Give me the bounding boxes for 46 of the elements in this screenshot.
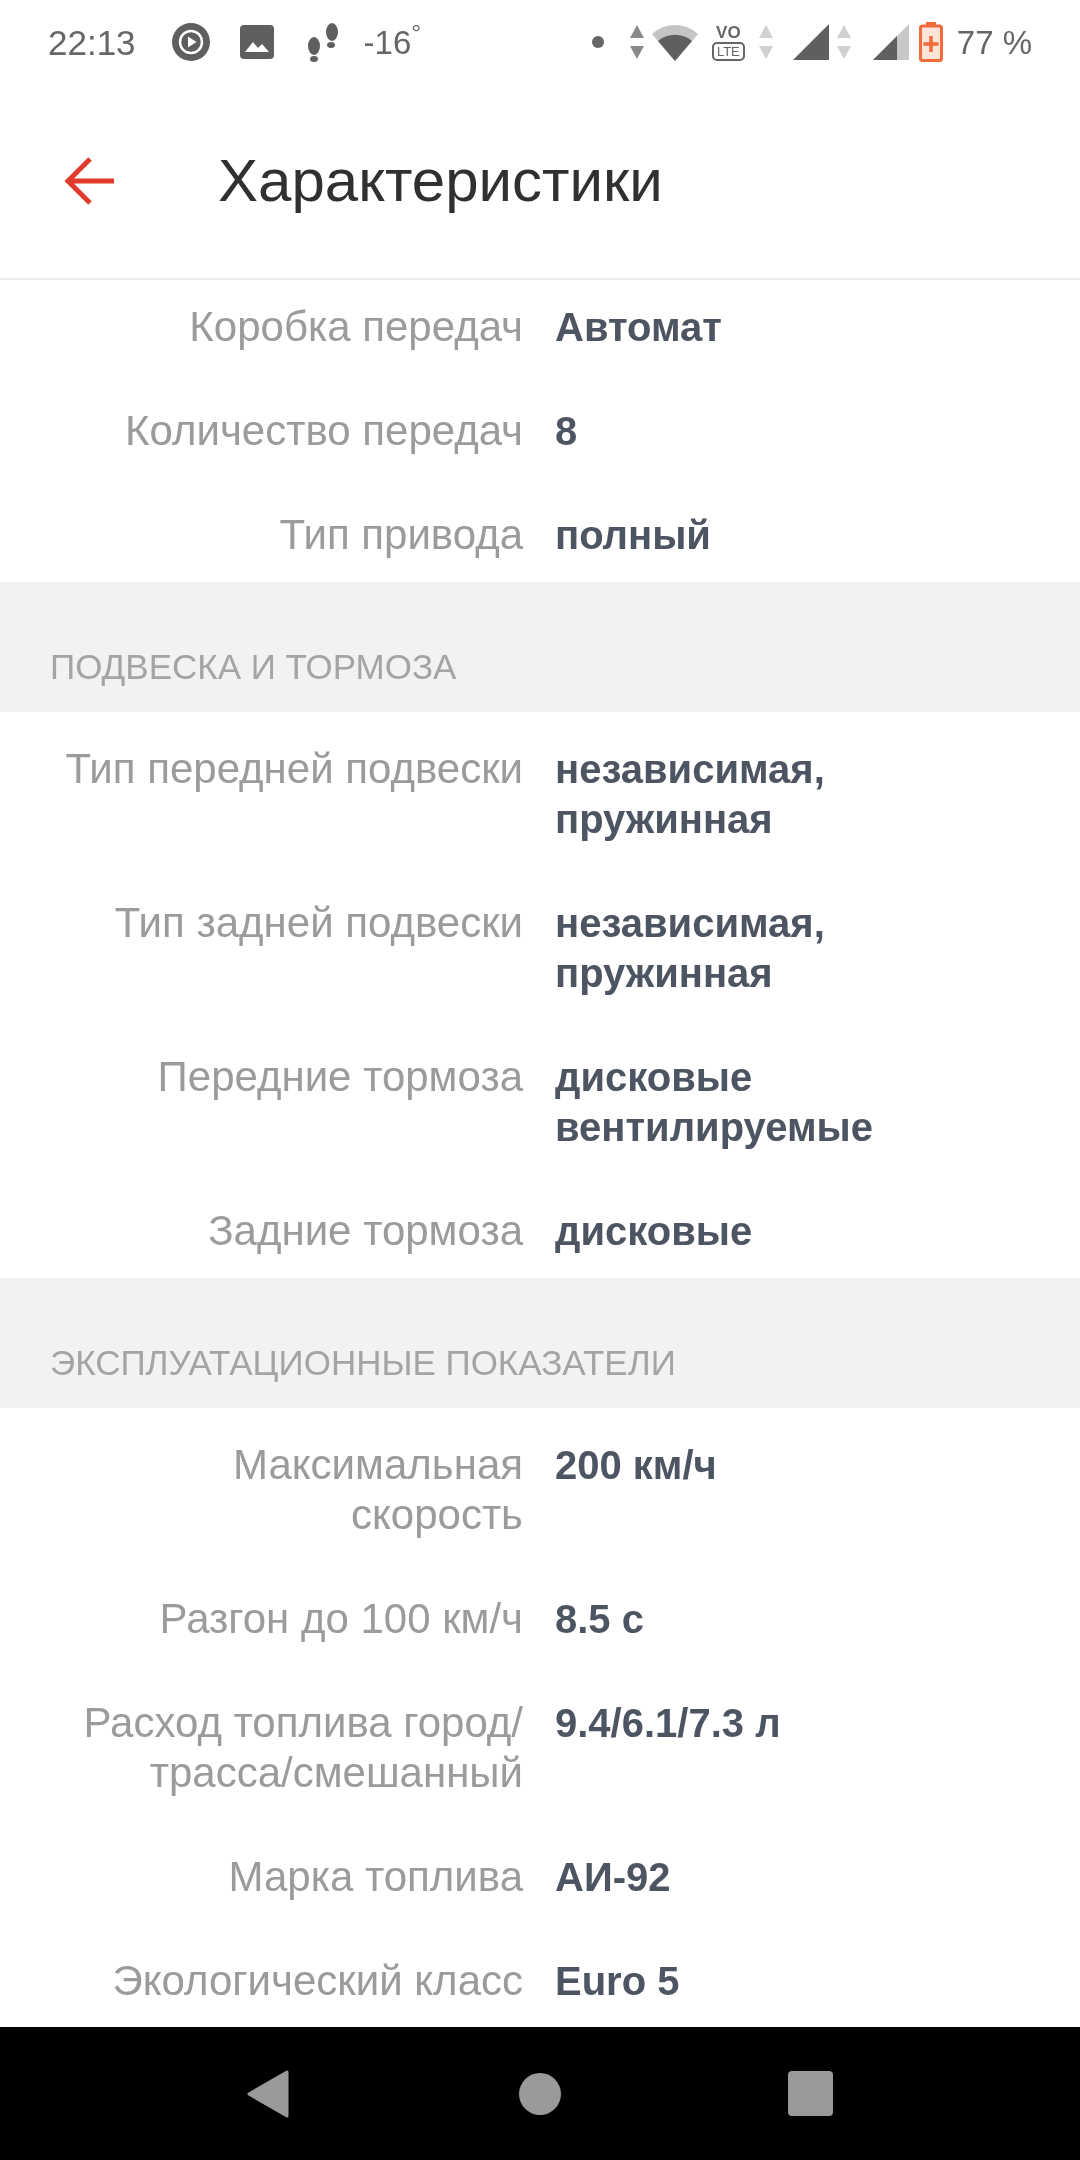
wifi-icon xyxy=(651,23,698,61)
status-time: 22:13 xyxy=(48,24,136,60)
battery-charging-icon xyxy=(918,22,943,62)
spec-label: Передние тормоза xyxy=(157,1052,523,1102)
spec-label: Задние тормоза xyxy=(208,1206,523,1256)
spec-value: 200 км/ч xyxy=(555,1442,717,1489)
spec-value: 8 xyxy=(555,408,578,455)
spec-value: дисковые xyxy=(555,1208,753,1255)
page-title: Характеристики xyxy=(218,151,663,211)
spec-value: АИ-92 xyxy=(555,1854,671,1901)
spec-value: независимая, пружинная xyxy=(555,900,826,997)
home-circle-icon xyxy=(519,2072,561,2115)
dot-icon xyxy=(591,36,604,48)
spec-value: 8.5 с xyxy=(555,1596,644,1643)
spec-label: Разгон до 100 км/ч xyxy=(159,1594,523,1644)
spec-label: Количество передач xyxy=(125,406,523,456)
back-arrow-icon xyxy=(64,157,114,205)
data-arrows-icon xyxy=(758,25,773,59)
section-title: ЭКСПЛУАТАЦИОННЫЕ ПОКАЗАТЕЛИ xyxy=(50,1343,676,1382)
spec-label: Тип задней подвески xyxy=(114,898,523,948)
back-triangle-icon xyxy=(247,2069,289,2118)
signal-icon xyxy=(792,24,829,60)
spec-value: дисковые вентилируемые xyxy=(555,1054,874,1151)
section-title: ПОДВЕСКА И ТОРМОЗА xyxy=(50,647,457,686)
spec-value: полный xyxy=(555,512,711,559)
spec-value: независимая, пружинная xyxy=(555,746,826,843)
image-icon xyxy=(239,25,274,59)
data-arrows-icon xyxy=(629,25,644,59)
spec-label: Расход топлива город/трасса/смешанный xyxy=(82,1698,523,1798)
lte-badge: LTE xyxy=(711,41,745,61)
spec-value: Euro 5 xyxy=(555,1958,680,2005)
volte-label: VO xyxy=(716,23,741,42)
spec-value: 9.4/6.1/7.3 л xyxy=(555,1700,781,1747)
spec-label: Коробка передач xyxy=(189,302,523,352)
temperature-text: -16$^{°}$ xyxy=(363,25,422,59)
recents-square-icon xyxy=(787,2071,833,2116)
spec-label: Тип передней подвески xyxy=(65,744,523,794)
play-circle-icon xyxy=(171,23,210,61)
data-arrows-icon xyxy=(836,25,851,59)
signal-icon xyxy=(872,24,909,60)
spec-label: Марка топлива xyxy=(228,1852,523,1902)
spec-value: Автомат xyxy=(555,304,722,351)
spec-label: Тип привода xyxy=(279,510,523,560)
battery-percentage: 77 % xyxy=(956,25,1032,59)
spec-label: Максимальная скорость xyxy=(231,1440,523,1540)
spec-label: Экологический класс xyxy=(112,1956,523,2006)
